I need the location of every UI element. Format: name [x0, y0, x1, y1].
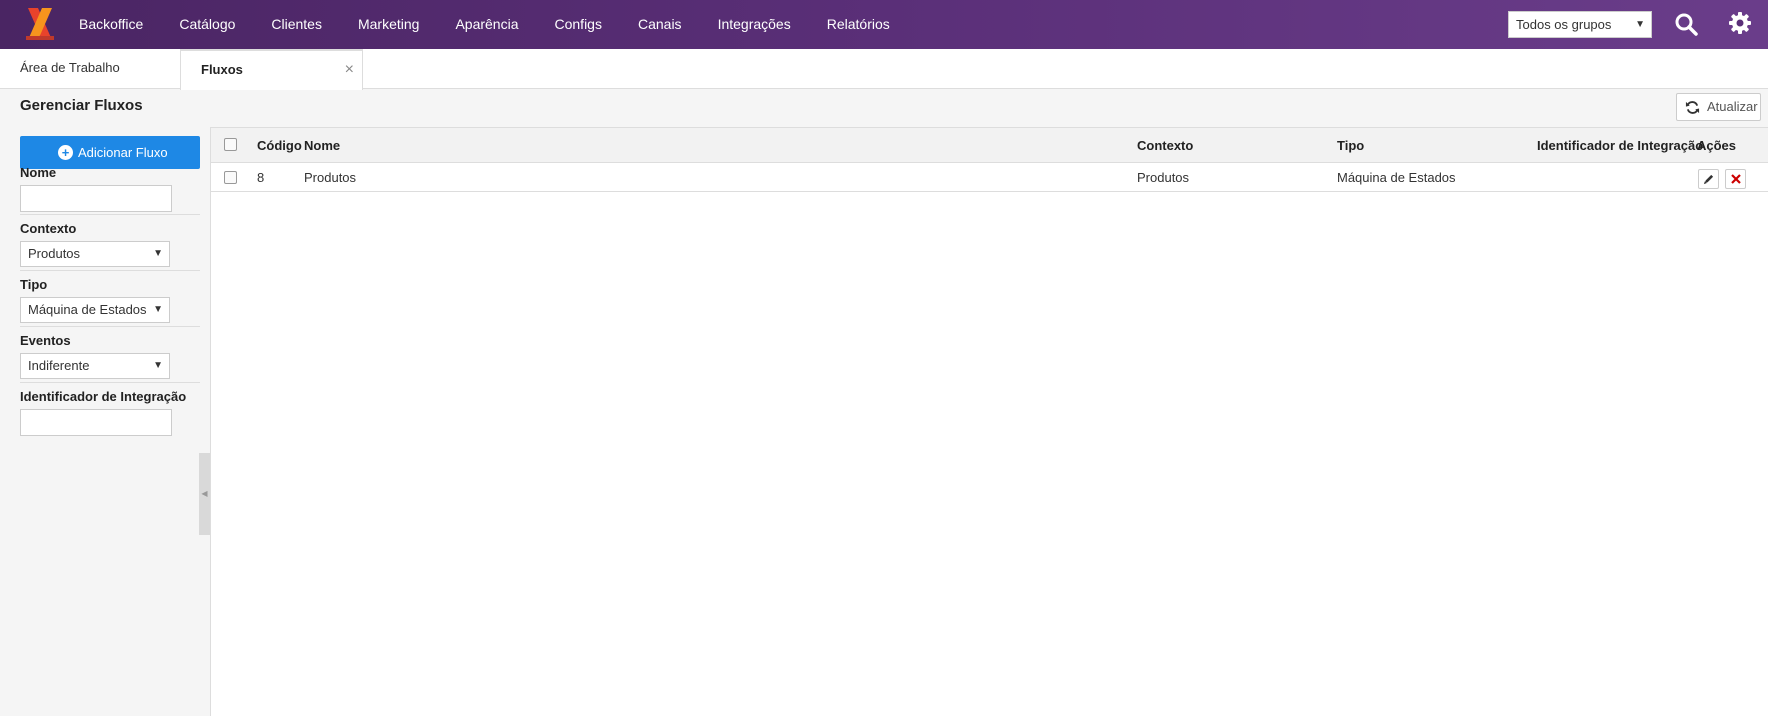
refresh-button[interactable]: Atualizar	[1676, 93, 1761, 121]
tab-area-de-trabalho[interactable]: Área de Trabalho	[0, 49, 180, 89]
sidebar-collapse-handle[interactable]: ◀	[199, 453, 210, 535]
contexto-select-value: Produtos	[28, 246, 81, 261]
tipo-select[interactable]: Máquina de Estados ▼	[20, 297, 170, 323]
cell-codigo: 8	[257, 170, 265, 185]
filter-tipo: Tipo Máquina de Estados ▼	[20, 277, 200, 323]
nav-integracoes[interactable]: Integrações	[700, 0, 809, 49]
col-nome[interactable]: Nome	[304, 128, 340, 163]
chevron-down-icon: ▼	[1635, 19, 1645, 30]
close-icon[interactable]: ×	[345, 51, 354, 89]
group-select[interactable]: Todos os grupos ▼	[1508, 11, 1652, 38]
grid-header: Código Nome Contexto Tipo Identificador …	[211, 128, 1768, 163]
tipo-select-value: Máquina de Estados	[28, 302, 147, 317]
eventos-select[interactable]: Indiferente ▼	[20, 353, 170, 379]
group-select-value: Todos os grupos	[1516, 17, 1612, 32]
nav-backoffice[interactable]: Backoffice	[61, 0, 161, 49]
top-navbar: Backoffice Catálogo Clientes Marketing A…	[0, 0, 1768, 49]
filter-sidebar: + Adicionar Fluxo Nome Contexto Produtos…	[0, 127, 210, 716]
filter-contexto-label: Contexto	[20, 221, 77, 236]
gear-icon[interactable]	[1728, 11, 1752, 35]
select-all-checkbox[interactable]	[224, 138, 237, 151]
refresh-icon	[1685, 101, 1700, 114]
delete-button[interactable]	[1725, 169, 1746, 189]
tab-fluxos[interactable]: Fluxos ×	[180, 49, 363, 90]
page-title: Gerenciar Fluxos	[20, 97, 143, 114]
divider	[20, 270, 200, 271]
tab-label: Fluxos	[201, 62, 243, 77]
chevron-down-icon: ▼	[153, 360, 163, 371]
chevron-down-icon: ▼	[153, 248, 163, 259]
nome-input[interactable]	[20, 185, 172, 212]
col-tipo[interactable]: Tipo	[1337, 128, 1364, 163]
cell-nome: Produtos	[304, 170, 357, 185]
filter-tipo-label: Tipo	[20, 277, 48, 292]
nav-aparencia[interactable]: Aparência	[437, 0, 536, 49]
nav-marketing[interactable]: Marketing	[340, 0, 437, 49]
pencil-icon	[1703, 174, 1714, 185]
divider	[20, 382, 200, 383]
nav-canais[interactable]: Canais	[620, 0, 700, 49]
refresh-label: Atualizar	[1707, 99, 1758, 114]
divider	[20, 326, 200, 327]
col-identificador[interactable]: Identificador de Integração	[1537, 128, 1703, 163]
contexto-select[interactable]: Produtos ▼	[20, 241, 170, 267]
filter-nome: Nome	[20, 165, 200, 212]
fluxos-grid: Código Nome Contexto Tipo Identificador …	[210, 127, 1768, 716]
edit-button[interactable]	[1698, 169, 1719, 189]
divider	[20, 214, 200, 215]
filter-contexto: Contexto Produtos ▼	[20, 221, 200, 267]
table-row[interactable]: 8 Produtos Produtos Máquina de Estados	[211, 163, 1768, 192]
tab-label: Área de Trabalho	[20, 60, 120, 75]
delete-icon	[1730, 174, 1741, 184]
eventos-select-value: Indiferente	[28, 358, 90, 373]
plus-circle-icon: +	[58, 145, 73, 160]
filter-identificador-label: Identificador de Integração	[20, 389, 187, 404]
filter-nome-label: Nome	[20, 165, 57, 180]
filter-eventos: Eventos Indiferente ▼	[20, 333, 200, 379]
logo-icon[interactable]	[24, 6, 56, 42]
nav-configs[interactable]: Configs	[537, 0, 620, 49]
col-codigo[interactable]: Código	[257, 128, 302, 163]
main-nav: Backoffice Catálogo Clientes Marketing A…	[61, 0, 908, 49]
nav-catalogo[interactable]: Catálogo	[161, 0, 253, 49]
nav-clientes[interactable]: Clientes	[253, 0, 340, 49]
chevron-down-icon: ▼	[153, 304, 163, 315]
nav-relatorios[interactable]: Relatórios	[809, 0, 908, 49]
tab-bar: Área de Trabalho Fluxos ×	[0, 49, 1768, 90]
cell-tipo: Máquina de Estados	[1337, 170, 1456, 185]
col-contexto[interactable]: Contexto	[1137, 128, 1193, 163]
col-acoes: Ações	[1697, 138, 1737, 153]
filter-identificador: Identificador de Integração	[20, 389, 200, 436]
cell-contexto: Produtos	[1137, 170, 1190, 185]
search-icon[interactable]	[1674, 12, 1698, 36]
row-checkbox[interactable]	[224, 171, 237, 184]
identificador-input[interactable]	[20, 409, 172, 436]
add-fluxo-label: Adicionar Fluxo	[78, 145, 168, 160]
filter-eventos-label: Eventos	[20, 333, 71, 348]
